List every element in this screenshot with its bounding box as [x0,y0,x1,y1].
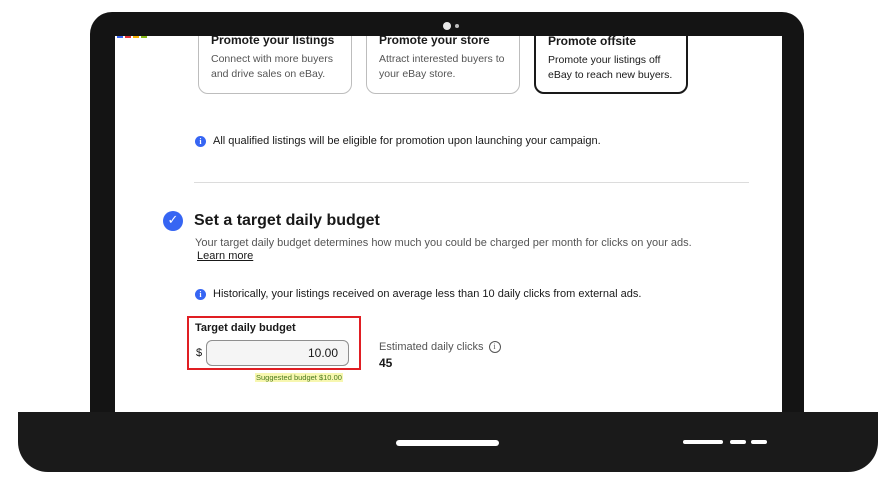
browser-color-marks [117,36,147,38]
card-description-line: Promote your listings off [548,54,661,66]
base-indicator [730,440,746,444]
webcam-icon [443,22,451,30]
target-daily-budget-input[interactable] [206,340,349,366]
promote-store-card[interactable]: Promote your store Attract interested bu… [366,36,520,94]
card-title: Promote offsite [548,36,637,48]
estimated-clicks-label: Estimated daily clicks i [379,341,501,353]
info-icon: i [195,288,206,300]
card-description-line: eBay to reach new buyers. [548,69,673,81]
screen: Promote your listings Connect with more … [115,36,782,416]
estimated-clicks-text: Estimated daily clicks [379,341,484,353]
base-indicator [683,440,723,444]
card-title: Promote your listings [211,36,335,47]
historical-clicks-note: i Historically, your listings received o… [195,288,641,300]
section-description: Your target daily budget determines how … [195,237,692,249]
webcam-light [455,24,459,28]
card-description: Attract interested buyers to your eBay s… [379,52,507,82]
info-outline-icon[interactable]: i [488,341,501,353]
trackpad-notch [396,440,499,446]
qualified-listings-note: i All qualified listings will be eligibl… [195,135,601,147]
budget-field-label: Target daily budget [195,322,296,334]
card-description-line: Attract interested buyers to [379,53,505,65]
check-circle-icon: ✓ [163,211,183,231]
info-icon: i [195,135,206,147]
currency-symbol: $ [196,347,203,359]
card-description-line: Connect with more buyers [211,53,333,65]
note-text: Historically, your listings received on … [213,288,642,300]
base-indicator [751,440,767,444]
learn-more-link[interactable]: Learn more [197,250,253,262]
promote-listings-card[interactable]: Promote your listings Connect with more … [198,36,352,94]
promote-offsite-card[interactable]: Promote offsite Promote your listings of… [534,36,688,94]
card-description: Promote your listings off eBay to reach … [548,53,674,83]
card-description-line: your eBay store. [379,68,456,80]
section-title: Set a target daily budget [194,212,380,229]
estimated-clicks-value: 45 [379,356,393,370]
card-description: Connect with more buyers and drive sales… [211,52,339,82]
suggested-budget-hint: Suggested budget $10.00 [255,373,343,382]
note-text: All qualified listings will be eligible … [213,135,601,147]
divider [194,182,749,183]
card-description-line: and drive sales on eBay. [211,68,326,80]
card-title: Promote your store [379,36,490,47]
